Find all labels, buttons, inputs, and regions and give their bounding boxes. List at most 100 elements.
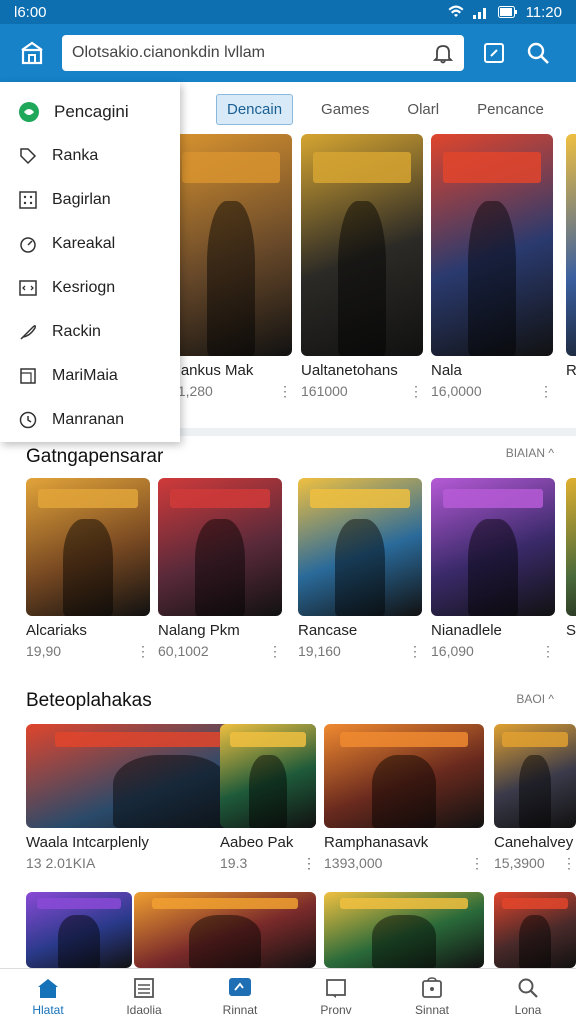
game-meta: 60,1002 ⋮ — [158, 643, 282, 660]
more-options-icon[interactable]: ⋮ — [136, 643, 150, 660]
game-rating-count: 60,1002 — [158, 643, 209, 659]
search-icon — [518, 978, 538, 998]
nav-item-rinnat[interactable]: Rinnat — [200, 977, 280, 1017]
game-artwork[interactable] — [298, 478, 422, 616]
more-options-icon[interactable]: ⋮ — [268, 643, 282, 660]
title-banner — [443, 151, 541, 183]
game-card[interactable]: Alcariaks 19,90 ⋮ — [26, 478, 150, 660]
tab-olarl[interactable]: Olarl — [397, 95, 449, 124]
drawer-item-bagirlan[interactable]: Bagirlan — [0, 178, 180, 222]
status-time-right: 11:20 — [525, 3, 562, 21]
title-banner — [310, 489, 410, 509]
game-card[interactable]: Ualtanetohans 161000 ⋮ — [301, 134, 423, 400]
more-options-icon[interactable]: ⋮ — [562, 855, 576, 872]
more-options-icon[interactable]: ⋮ — [539, 383, 553, 400]
more-options-icon[interactable]: ⋮ — [302, 855, 316, 872]
game-artwork[interactable] — [134, 892, 316, 968]
game-title: Canehalvey — [494, 834, 574, 851]
game-card[interactable] — [26, 892, 132, 968]
nav-item-pronv[interactable]: Pronv — [296, 977, 376, 1017]
game-rating-count: 13 2.01KIA — [26, 855, 96, 871]
section-more-link[interactable]: BAOI ^ — [516, 692, 554, 706]
drawer-item-kesriogn[interactable]: Kesriogn — [0, 266, 180, 310]
more-options-icon[interactable]: ⋮ — [470, 855, 484, 872]
game-artwork[interactable] — [494, 724, 576, 828]
more-options-icon[interactable]: ⋮ — [409, 383, 423, 400]
game-card[interactable]: Nala 16,0000 ⋮ — [431, 134, 553, 400]
game-card[interactable]: Nalang Pkm 60,1002 ⋮ — [158, 478, 282, 660]
nav-item-hlatat[interactable]: Hlatat — [8, 977, 88, 1017]
game-rating-count: 19.3 — [220, 855, 248, 871]
search-input[interactable]: Olotsakio.cianonkdin lvllam — [62, 35, 464, 71]
game-card[interactable] — [494, 892, 576, 968]
nav-item-idaolia[interactable]: Idaolia — [104, 977, 184, 1017]
tag-icon — [20, 148, 37, 165]
game-artwork[interactable] — [158, 478, 282, 616]
edit-square-icon — [484, 43, 504, 63]
game-meta: 16,0000 ⋮ — [431, 383, 553, 400]
title-banner — [36, 898, 122, 909]
game-meta: 19,160 ⋮ — [298, 643, 422, 660]
store-icon — [422, 976, 442, 998]
game-artwork[interactable] — [431, 134, 553, 356]
game-artwork[interactable] — [494, 892, 576, 968]
game-card[interactable]: Aabeo Pak 19.3 ⋮ — [220, 724, 316, 872]
character-silhouette — [337, 200, 387, 356]
tab-pencance[interactable]: Pencance — [467, 95, 554, 124]
drawer-item-label: Manranan — [52, 411, 125, 428]
game-artwork[interactable] — [26, 478, 150, 616]
game-card[interactable]: Rancase 19,160 ⋮ — [298, 478, 422, 660]
more-options-icon[interactable]: ⋮ — [278, 383, 292, 400]
game-artwork[interactable] — [220, 724, 316, 828]
more-options-icon[interactable]: ⋮ — [408, 643, 422, 660]
drawer-item-pencagini[interactable]: Pencagini — [0, 90, 180, 134]
game-card[interactable]: R — [566, 134, 576, 383]
game-artwork[interactable] — [566, 478, 576, 616]
nav-item-lona[interactable]: Lona — [488, 977, 568, 1017]
game-card[interactable]: Rankus Mak 21,280 ⋮ — [170, 134, 292, 400]
game-artwork[interactable] — [324, 724, 484, 828]
app-bar: Olotsakio.cianonkdin lvllam — [0, 24, 576, 82]
game-card[interactable] — [324, 892, 484, 968]
drawer-item-rackin[interactable]: Rackin — [0, 310, 180, 354]
search-button[interactable] — [516, 31, 560, 75]
character-silhouette — [518, 914, 552, 968]
tab-games[interactable]: Games — [311, 95, 379, 124]
drawer-item-marimaia[interactable]: MariMaia — [0, 354, 180, 398]
more-options-icon[interactable]: ⋮ — [541, 643, 555, 660]
game-artwork[interactable] — [301, 134, 423, 356]
game-card[interactable]: Ramphanasavk 1393,000 ⋮ — [324, 724, 484, 872]
drawer-item-manranan[interactable]: Manranan — [0, 398, 180, 442]
notification-bell-icon[interactable] — [432, 42, 454, 64]
title-banner — [170, 489, 270, 509]
title-banner — [38, 489, 138, 509]
tab-dencain[interactable]: Dencain — [216, 93, 294, 125]
game-artwork[interactable] — [431, 478, 555, 616]
drawer-item-kareakal[interactable]: Kareakal — [0, 222, 180, 266]
game-artwork[interactable] — [170, 134, 292, 356]
game-rating-count: 16,0000 — [431, 383, 482, 399]
game-card[interactable] — [134, 892, 316, 968]
grid-icon — [19, 191, 37, 209]
section-title-beteoplahakas: Beteoplahakas — [26, 690, 152, 711]
drawer-item-label: Bagirlan — [52, 191, 111, 208]
game-card[interactable]: Nianadlele 16,090 ⋮ — [431, 478, 555, 660]
game-title: S — [566, 622, 576, 639]
section-more-link[interactable]: BIAIAN ^ — [506, 446, 554, 460]
drawer-item-ranka[interactable]: Ranka — [0, 134, 180, 178]
game-card[interactable]: Canehalvey 15,3900 ⋮ — [494, 724, 576, 872]
title-banner — [340, 898, 468, 909]
character-silhouette — [188, 914, 262, 968]
game-artwork[interactable] — [26, 892, 132, 968]
character-silhouette — [467, 200, 517, 356]
home-icon — [38, 978, 58, 998]
game-artwork[interactable] — [566, 134, 576, 356]
signal-icon — [472, 8, 486, 19]
game-title: Aabeo Pak — [220, 834, 294, 851]
nav-item-sinnat[interactable]: Sinnat — [392, 976, 472, 1017]
edit-button[interactable] — [472, 31, 516, 75]
game-artwork[interactable] — [324, 892, 484, 968]
store-home-button[interactable] — [10, 31, 54, 75]
gauge-icon — [20, 237, 36, 253]
game-card[interactable]: S — [566, 478, 576, 643]
